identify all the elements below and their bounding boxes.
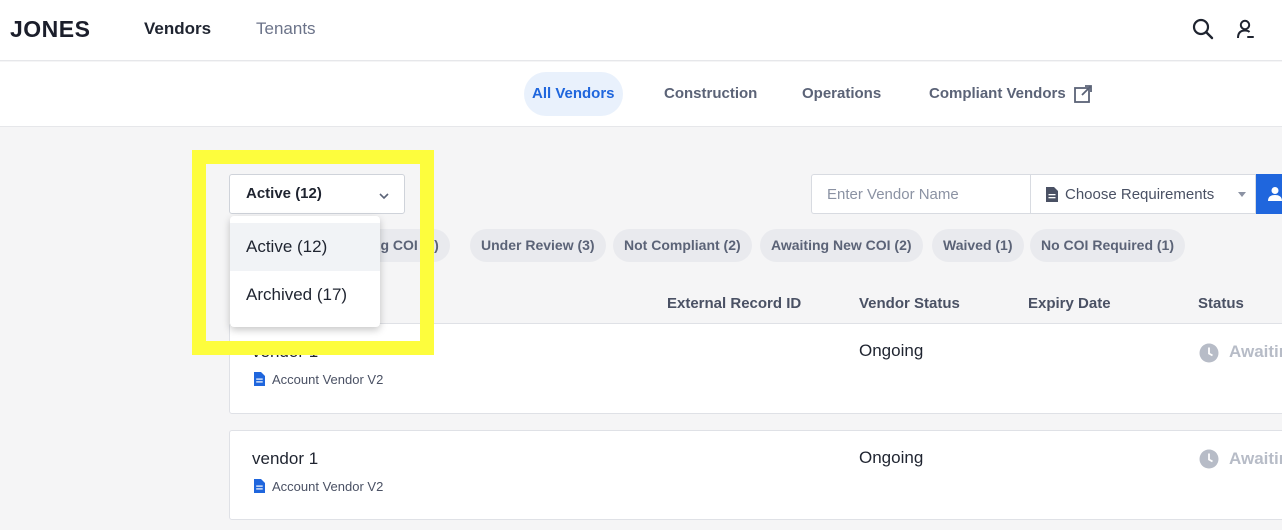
- requirement-label: Account Vendor V2: [272, 479, 384, 494]
- vendor-search-input[interactable]: [811, 174, 1031, 214]
- vendor-status: Ongoing: [859, 341, 924, 360]
- table-row[interactable]: vendor 1 Account Vendor V2 Ongoing Await…: [229, 430, 1282, 520]
- external-link-icon[interactable]: [1073, 84, 1093, 104]
- top-bar: JONES Vendors Tenants: [0, 0, 1282, 61]
- column-expiry-date[interactable]: Expiry Date: [1028, 295, 1111, 312]
- user-icon[interactable]: [1234, 17, 1258, 41]
- chip-waived[interactable]: Waived (1): [932, 229, 1024, 262]
- chip-under-review[interactable]: Under Review (3): [470, 229, 606, 262]
- nav-tenants[interactable]: Tenants: [256, 19, 316, 39]
- requirements-select[interactable]: Choose Requirements: [1030, 174, 1256, 214]
- column-vendor-status[interactable]: Vendor Status: [859, 295, 960, 312]
- tab-operations[interactable]: Operations: [802, 72, 881, 116]
- chip-not-compliant[interactable]: Not Compliant (2): [613, 229, 752, 262]
- tab-construction[interactable]: Construction: [664, 72, 757, 116]
- logo[interactable]: JONES: [10, 16, 90, 43]
- clock-icon: [1199, 343, 1219, 363]
- chip-awaiting-new-coi[interactable]: Awaiting New COI (2): [760, 229, 923, 262]
- search-icon[interactable]: [1191, 17, 1215, 41]
- column-status[interactable]: Status: [1198, 295, 1244, 312]
- add-user-icon: [1268, 187, 1282, 201]
- requirements-label: Choose Requirements: [1065, 186, 1215, 203]
- vendor-status: Ongoing: [859, 448, 924, 467]
- highlight-box: [192, 150, 434, 355]
- vendor-name[interactable]: vendor 1: [252, 449, 318, 469]
- column-external-record-id[interactable]: External Record ID: [667, 295, 801, 312]
- chip-no-coi-required[interactable]: No COI Required (1): [1030, 229, 1186, 262]
- tab-all-vendors[interactable]: All Vendors: [524, 72, 623, 116]
- caret-down-icon: [1238, 192, 1246, 197]
- document-icon: [254, 372, 265, 386]
- clock-icon: [1199, 449, 1219, 469]
- tab-compliant-vendors[interactable]: Compliant Vendors: [929, 72, 1066, 116]
- compliance-status: Awaitin: [1229, 342, 1282, 361]
- compliance-status: Awaitin: [1229, 449, 1282, 468]
- nav-vendors[interactable]: Vendors: [144, 19, 211, 39]
- document-icon: [1046, 187, 1058, 202]
- add-vendor-button[interactable]: [1256, 174, 1282, 214]
- requirement-label: Account Vendor V2: [272, 372, 384, 387]
- document-icon: [254, 479, 265, 493]
